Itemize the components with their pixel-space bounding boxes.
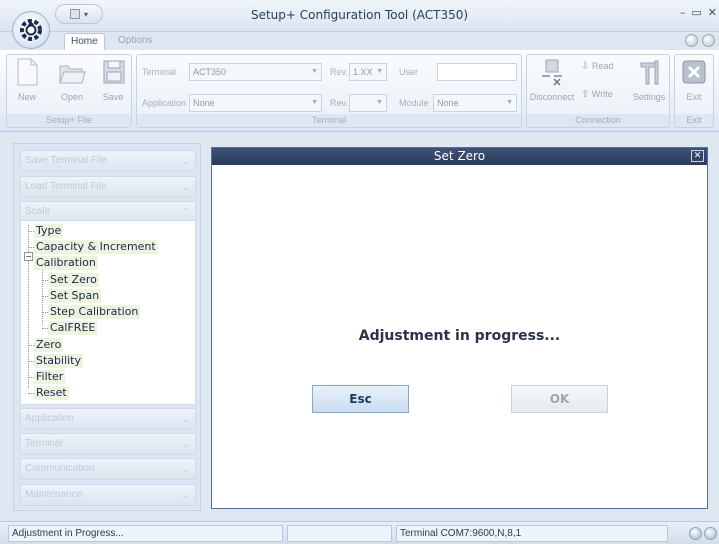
tree-item-calibration[interactable]: Calibration xyxy=(34,256,98,270)
window-controls: – ▭ ✕ xyxy=(680,6,717,19)
collapse-icon[interactable]: − xyxy=(24,252,33,261)
new-button[interactable]: New xyxy=(13,57,41,102)
scale-tree: Type Capacity & Increment − Calibration … xyxy=(20,220,196,405)
esc-button[interactable]: Esc xyxy=(312,385,409,413)
chevron-down-icon: ⌄ xyxy=(181,464,189,474)
tree-item-set-zero[interactable]: Set Zero xyxy=(48,273,99,287)
rev-label: Rev. xyxy=(330,67,348,77)
group-label-terminal: Terminal xyxy=(137,114,521,127)
tab-options[interactable]: Options xyxy=(112,33,158,50)
chevron-down-icon: ⌄ xyxy=(181,490,189,500)
status-terminal: Terminal COM7:9600,N,8,1 xyxy=(396,525,668,542)
chevron-down-icon: ▼ xyxy=(311,99,318,106)
group-connection: Disconnect ⇩ Read ⇧ Write Settings Conne… xyxy=(526,54,670,128)
group-label-connection: Connection xyxy=(527,114,669,127)
group-terminal: Terminal ACT350 ▼ Rev. 1.XX ▼ User Applica… xyxy=(136,54,522,128)
status-bar: Adjustment in Progress... Terminal COM7:… xyxy=(0,521,719,544)
chevron-down-icon: ⌄ xyxy=(181,414,189,424)
new-file-icon xyxy=(17,58,38,86)
ribbon-tabs: Home Options xyxy=(0,32,719,50)
dialog-title: Set Zero xyxy=(433,149,486,163)
settings-tools-icon xyxy=(640,60,659,85)
tree-item-zero[interactable]: Zero xyxy=(34,338,64,352)
chevron-down-icon: ⌄ xyxy=(181,156,189,166)
user-input[interactable] xyxy=(437,63,517,81)
chevron-down-icon: ▼ xyxy=(376,68,383,75)
maximize-button[interactable]: ▭ xyxy=(691,6,701,19)
section-communication[interactable]: Communication ⌄ xyxy=(20,458,196,480)
chevron-down-icon: ▼ xyxy=(376,99,383,106)
exit-button[interactable]: Exit xyxy=(679,57,709,102)
open-button[interactable]: Open xyxy=(55,57,89,102)
user-label: User xyxy=(399,67,419,77)
set-zero-dialog: Set Zero ✕ Adjustment in progress... Esc… xyxy=(211,147,708,509)
terminal-select[interactable]: ACT350 ▼ xyxy=(189,63,322,81)
progress-message: Adjustment in progress... xyxy=(358,328,561,344)
dialog-close-button[interactable]: ✕ xyxy=(691,150,704,162)
module-label: Module xyxy=(399,98,429,108)
rev-select[interactable]: 1.XX ▼ xyxy=(349,63,387,81)
tree-item-capacity-increment[interactable]: Capacity & Increment xyxy=(34,240,158,254)
open-folder-icon xyxy=(59,65,86,84)
exit-icon xyxy=(682,60,706,84)
group-exit: Exit Exit xyxy=(674,54,714,128)
read-button[interactable]: ⇩ Read xyxy=(581,61,627,72)
section-save-terminal-file[interactable]: Save Terminal File ⌄ xyxy=(20,150,196,172)
minimize-button[interactable]: – xyxy=(680,6,686,19)
read-icon: ⇩ xyxy=(581,61,590,72)
navigation-panel: Save Terminal File ⌄ Load Terminal File ⌄ … xyxy=(13,143,201,511)
group-label-exit: Exit xyxy=(675,114,713,127)
ok-button[interactable]: OK xyxy=(511,385,608,413)
status-lights xyxy=(689,527,717,540)
close-button[interactable]: ✕ xyxy=(708,6,717,19)
tree-item-reset[interactable]: Reset xyxy=(34,386,69,400)
section-maintenance[interactable]: Maintenance ⌄ xyxy=(20,484,196,506)
application-label: Application xyxy=(142,98,187,108)
save-button[interactable]: Save xyxy=(100,57,126,102)
rev2-select[interactable]: ▼ xyxy=(349,94,387,112)
save-disk-icon xyxy=(103,60,125,84)
disconnect-icon xyxy=(542,59,562,86)
chevron-down-icon: ▼ xyxy=(311,68,318,75)
status-message: Adjustment in Progress... xyxy=(8,525,283,542)
group-setup-file: New Open Save Setup+ File xyxy=(6,54,132,128)
disconnect-button[interactable]: Disconnect xyxy=(529,57,575,102)
ribbon: New Open Save Setup+ File Terminal ACT35… xyxy=(0,50,719,132)
info-icon[interactable] xyxy=(702,34,715,47)
write-button[interactable]: ⇧ Write xyxy=(581,89,627,100)
section-terminal[interactable]: Terminal ⌄ xyxy=(20,433,196,455)
window-title: Setup+ Configuration Tool (ACT350) xyxy=(250,8,469,22)
section-application[interactable]: Application ⌄ xyxy=(20,408,196,430)
tree-item-type[interactable]: Type xyxy=(34,224,64,238)
write-icon: ⇧ xyxy=(581,89,590,100)
title-bar: ▾ Setup+ Configuration Tool (ACT350) – ▭… xyxy=(0,0,719,32)
rev2-label: Rev. xyxy=(330,98,348,108)
status-progress xyxy=(287,525,392,542)
group-label-setup-file: Setup+ File xyxy=(7,114,131,127)
status-light-icon xyxy=(689,527,702,540)
section-load-terminal-file[interactable]: Load Terminal File ⌄ xyxy=(20,176,196,198)
chevron-down-icon: ⌄ xyxy=(181,182,189,192)
dialog-title-bar: Set Zero ✕ xyxy=(212,148,707,165)
status-light-icon xyxy=(704,527,717,540)
tree-item-calfree[interactable]: CalFREE xyxy=(48,321,98,335)
chevron-down-icon: ⌄ xyxy=(181,439,189,449)
tree-item-stability[interactable]: Stability xyxy=(34,354,84,368)
tree-item-filter[interactable]: Filter xyxy=(34,370,66,384)
chevron-down-icon: ▼ xyxy=(506,99,513,106)
application-select[interactable]: None ▼ xyxy=(189,94,322,112)
tree-item-step-calibration[interactable]: Step Calibration xyxy=(48,305,141,319)
tree-line xyxy=(28,225,29,388)
gear-logo-icon xyxy=(20,19,42,41)
tab-home[interactable]: Home xyxy=(64,33,105,50)
chevron-up-icon: ⌃ xyxy=(181,207,189,217)
application-menu-button[interactable] xyxy=(12,11,50,49)
module-select[interactable]: None ▼ xyxy=(433,94,517,112)
terminal-label: Terminal xyxy=(142,67,177,77)
tree-item-set-span[interactable]: Set Span xyxy=(48,289,102,303)
settings-button[interactable]: Settings xyxy=(629,57,669,102)
help-icons xyxy=(685,34,715,47)
help-icon[interactable] xyxy=(685,34,698,47)
